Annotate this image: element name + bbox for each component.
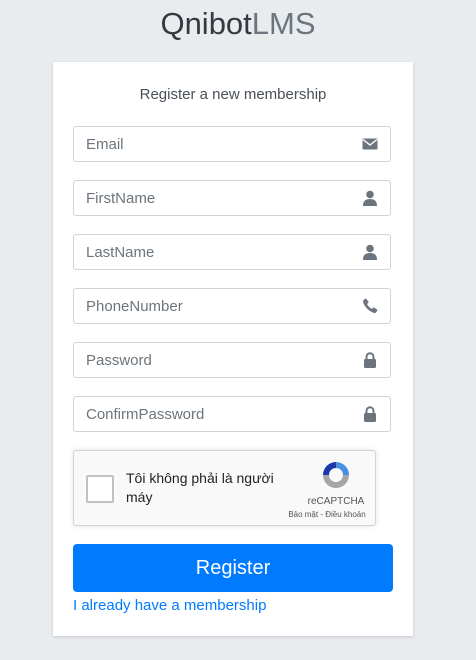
phone-input[interactable] — [74, 289, 354, 323]
lock-icon — [364, 406, 376, 422]
user-icon — [363, 190, 377, 206]
register-message: Register a new membership — [139, 86, 327, 103]
logo-thin: LMS — [251, 6, 316, 41]
lastname-input[interactable] — [74, 235, 354, 269]
phone-field-wrapper — [73, 288, 391, 324]
email-input[interactable] — [74, 127, 354, 161]
register-button[interactable]: Register — [73, 544, 393, 592]
password-field-wrapper — [73, 342, 391, 378]
login-link[interactable]: I already have a membership — [73, 597, 266, 614]
recaptcha-terms-link[interactable]: Bảo mật - Điều khoản — [280, 510, 374, 519]
confirm-password-field-wrapper — [73, 396, 391, 432]
recaptcha-brand: reCAPTCHA — [307, 496, 365, 507]
phone-icon — [362, 298, 378, 314]
recaptcha-logo-icon — [323, 462, 349, 488]
app-logo: QnibotLMS — [0, 4, 476, 44]
envelope-icon — [362, 138, 378, 150]
confirm-password-input[interactable] — [74, 397, 354, 431]
register-card: Register a new membership Tôi không phải… — [53, 62, 413, 636]
recaptcha-widget: Tôi không phải là người máy reCAPTCHA Bả… — [73, 450, 376, 526]
password-input[interactable] — [74, 343, 354, 377]
recaptcha-label: Tôi không phải là người máy — [126, 470, 274, 505]
recaptcha-checkbox[interactable] — [86, 475, 114, 503]
user-icon — [363, 244, 377, 260]
firstname-field-wrapper — [73, 180, 391, 216]
lastname-field-wrapper — [73, 234, 391, 270]
lock-icon — [364, 352, 376, 368]
firstname-input[interactable] — [74, 181, 354, 215]
email-field-wrapper — [73, 126, 391, 162]
logo-bold: Qnibot — [160, 6, 252, 41]
